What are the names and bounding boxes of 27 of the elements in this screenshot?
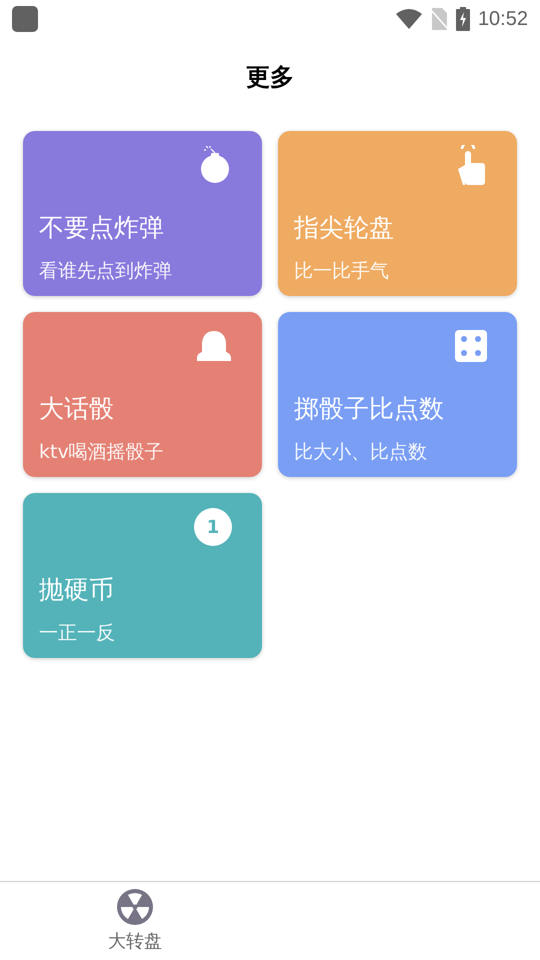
no-sim-icon — [430, 8, 448, 30]
dice-icon — [455, 330, 487, 362]
card-subtitle: 比一比手气 — [294, 259, 389, 284]
nav-tab[interactable]: 大转盘 — [0, 882, 270, 960]
card-title: 掷骰子比点数 — [294, 393, 444, 425]
card-title: 指尖轮盘 — [294, 212, 394, 244]
game-card[interactable]: 指尖轮盘 比一比手气 — [278, 131, 517, 296]
coin-icon: 1 — [194, 508, 232, 546]
radiation-icon — [117, 889, 153, 925]
wifi-icon — [396, 9, 422, 29]
game-card[interactable]: 不要点炸弹 看谁先点到炸弹 — [23, 131, 262, 296]
card-title: 大话骰 — [39, 393, 114, 425]
game-card[interactable]: 大话骰 ktv喝酒摇骰子 — [23, 312, 262, 477]
bomb-icon — [198, 146, 232, 184]
card-title: 不要点炸弹 — [39, 212, 164, 244]
card-subtitle: ktv喝酒摇骰子 — [39, 440, 164, 465]
card-subtitle: 看谁先点到炸弹 — [39, 259, 172, 284]
battery-charging-icon — [456, 7, 470, 31]
app-notification-icon — [12, 6, 38, 32]
page-title: 更多 — [245, 62, 295, 93]
game-card[interactable]: 掷骰子比点数 比大小、比点数 — [278, 312, 517, 477]
card-title: 抛硬币 — [39, 574, 114, 606]
bell-icon — [196, 329, 232, 363]
game-card[interactable]: 1 抛硬币 一正一反 — [23, 493, 262, 658]
card-subtitle: 一正一反 — [39, 621, 115, 646]
clock-time: 10:52 — [478, 8, 528, 30]
card-subtitle: 比大小、比点数 — [294, 440, 427, 465]
